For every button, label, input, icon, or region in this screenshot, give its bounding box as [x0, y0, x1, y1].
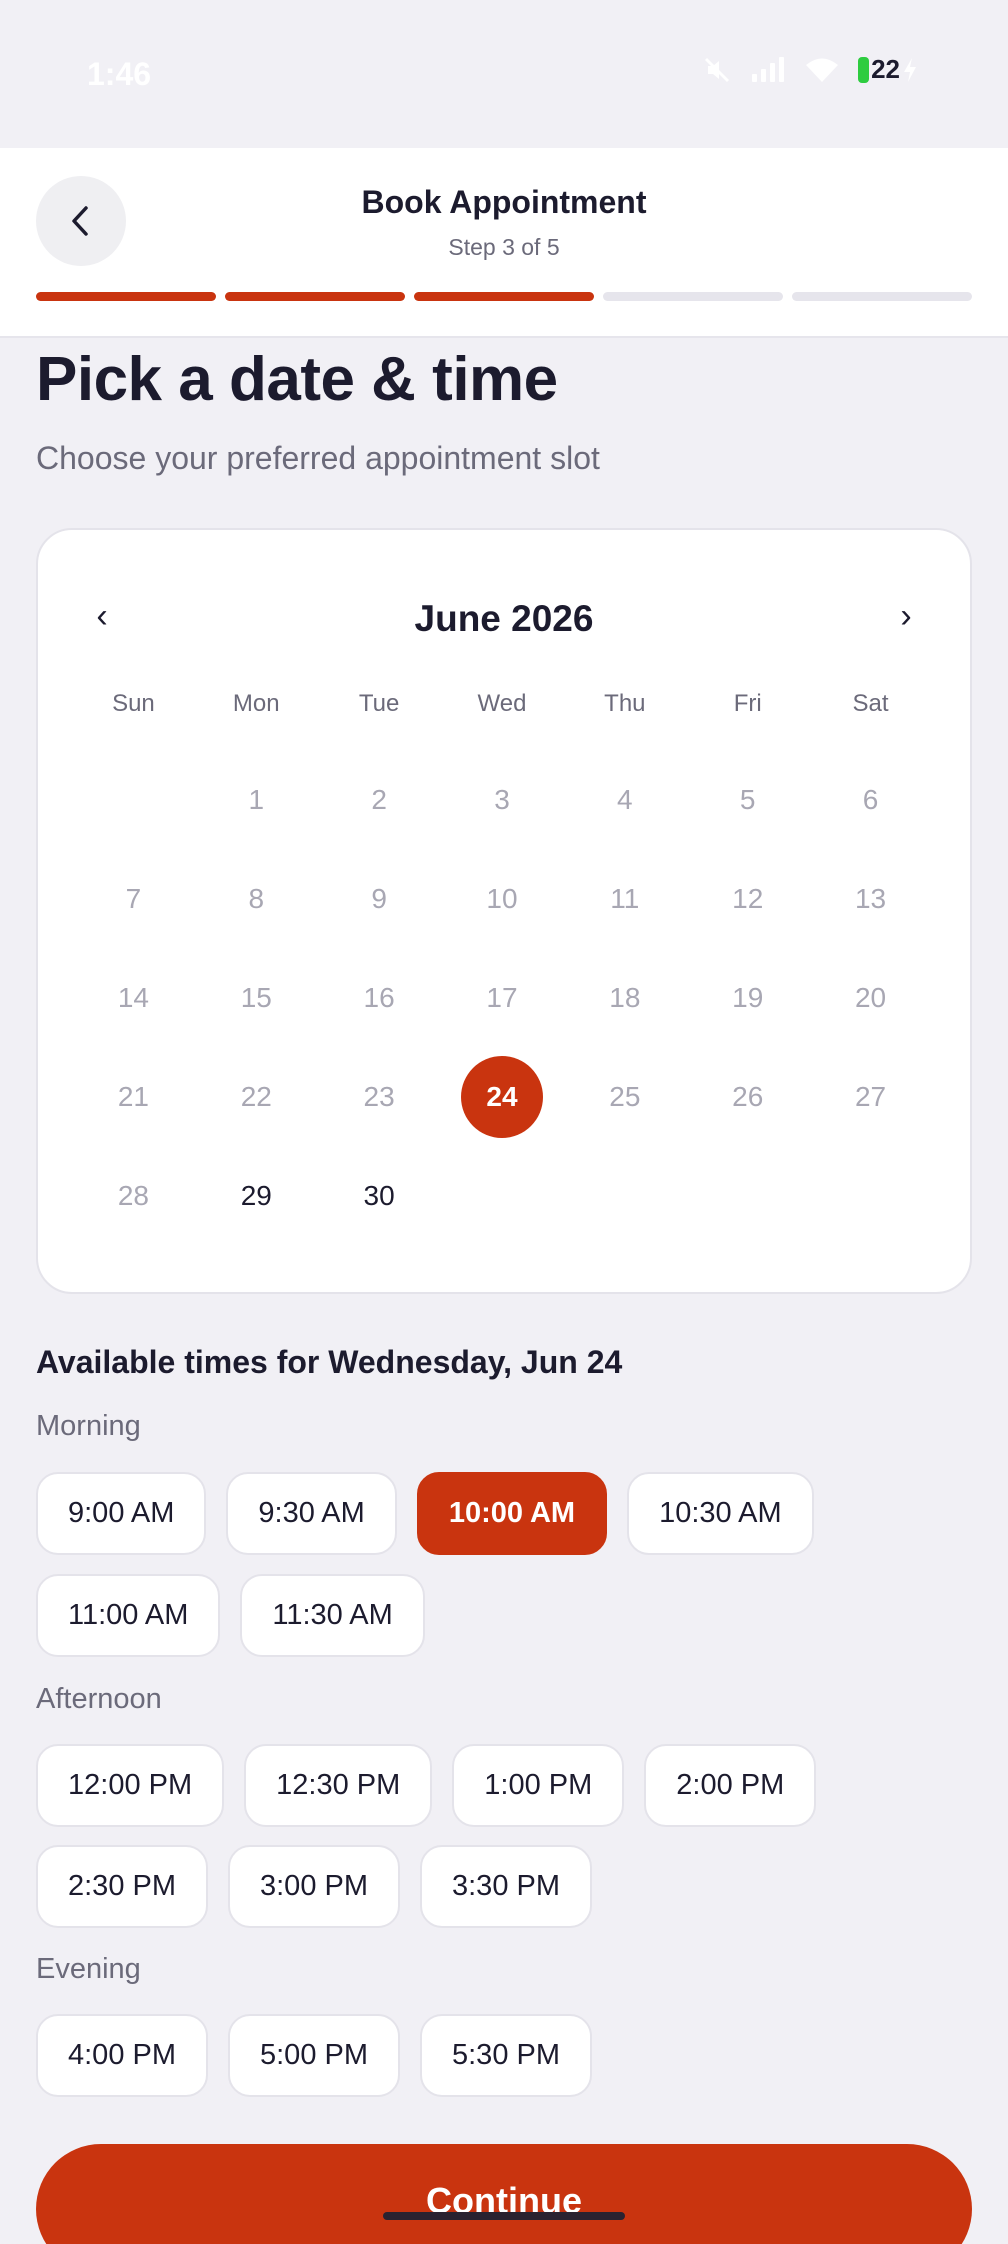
- time-slot-chip[interactable]: 1:00 PM: [452, 1744, 625, 1827]
- time-slot-chip[interactable]: 3:30 PM: [420, 1845, 592, 1928]
- weekday-label: Mon: [232, 690, 280, 717]
- header-step: Step 3 of 5: [448, 234, 560, 260]
- calendar-day-number: 6: [862, 784, 879, 815]
- calendar-day-number: 30: [363, 1180, 395, 1211]
- status-icons: 22: [702, 54, 918, 85]
- calendar-day-number: 12: [732, 883, 764, 914]
- morning-slots-row-2: 11:00 AM 11:30 AM: [36, 1574, 425, 1657]
- calendar-card: ‹ June 2026 › Sun Mon Tue Wed Thu Fri Sat 1234…: [36, 528, 972, 1294]
- calendar-day: 26: [686, 1075, 809, 1174]
- continue-button[interactable]: Continue: [36, 2144, 972, 2244]
- battery-icon: 22: [858, 54, 918, 85]
- calendar-day-number: 4: [617, 784, 633, 815]
- page-title: Pick a date & time: [36, 345, 558, 414]
- calendar-day-number: 24: [460, 1056, 543, 1138]
- time-slot-chip[interactable]: 10:00 AM: [416, 1472, 608, 1555]
- time-slot-chip[interactable]: 2:00 PM: [644, 1744, 817, 1827]
- calendar-day-number: 5: [739, 784, 756, 815]
- weekday-label: Sun: [112, 690, 155, 717]
- time-slot-chip[interactable]: 10:30 AM: [627, 1472, 814, 1555]
- morning-slots-row-1: 9:00 AM 9:30 AM 10:00 AM 10:30 AM: [36, 1472, 814, 1555]
- evening-slots-row-1: 4:00 PM 5:00 PM 5:30 PM: [36, 2014, 592, 2097]
- calendar-day[interactable]: 29: [195, 1174, 318, 1273]
- calendar-day-number: 25: [609, 1081, 641, 1112]
- time-slot-chip[interactable]: 4:00 PM: [36, 2014, 208, 2097]
- calendar-day-number: 14: [117, 982, 149, 1013]
- weekday-label: Tue: [358, 690, 400, 717]
- time-slot-chip[interactable]: 3:00 PM: [228, 1845, 400, 1928]
- calendar-day-number: 18: [609, 982, 641, 1013]
- step-progress-bar: [36, 292, 972, 301]
- calendar-day-number: 23: [363, 1081, 395, 1112]
- calendar-day[interactable]: 30: [318, 1174, 441, 1273]
- calendar-day-number: 19: [732, 982, 764, 1013]
- calendar-day-number: 20: [854, 982, 887, 1013]
- calendar-day-number: 27: [854, 1081, 887, 1112]
- signal-icon: [752, 56, 785, 82]
- progress-segment: [225, 292, 405, 301]
- calendar-day-number: 29: [240, 1180, 272, 1211]
- calendar-day: 27: [809, 1075, 932, 1174]
- calendar-day-number: 15: [240, 982, 272, 1013]
- calendar-day-number: 28: [117, 1180, 149, 1211]
- wifi-icon: [806, 58, 839, 82]
- calendar-day-number: 11: [610, 883, 640, 914]
- calendar-day-number: 3: [494, 784, 510, 815]
- calendar-day-number: 7: [125, 883, 142, 914]
- battery-level: [858, 56, 870, 83]
- time-slot-chip[interactable]: 12:30 PM: [244, 1744, 433, 1827]
- calendar-day-number: 9: [371, 883, 387, 914]
- time-slot-chip[interactable]: 2:30 PM: [36, 1845, 208, 1928]
- afternoon-slots-row-2: 2:30 PM 3:00 PM 3:30 PM: [36, 1845, 592, 1928]
- next-month-button[interactable]: ›: [876, 586, 936, 646]
- page-subtitle: Choose your preferred appointment slot: [36, 440, 600, 476]
- calendar-day-number: 10: [486, 883, 518, 914]
- time-slot-chip[interactable]: 5:00 PM: [228, 2014, 400, 2097]
- progress-segment: [414, 292, 594, 301]
- calendar-day-number: 2: [371, 784, 387, 815]
- calendar-month-label: June 2026: [414, 598, 594, 639]
- time-slot-chip[interactable]: 5:30 PM: [420, 2014, 592, 2097]
- weekday-label: Wed: [477, 690, 527, 717]
- time-slot-chip[interactable]: 9:30 AM: [226, 1472, 397, 1555]
- header-title: Book Appointment: [361, 184, 647, 220]
- weekday-label: Thu: [604, 690, 646, 717]
- weekday-label: Fri: [733, 690, 762, 717]
- afternoon-label: Afternoon: [36, 1683, 162, 1715]
- calendar-day-number: 17: [486, 982, 518, 1013]
- home-indicator: [383, 2212, 625, 2220]
- time-slot-chip[interactable]: 9:00 AM: [36, 1472, 207, 1555]
- status-bar: 1:46 22: [0, 0, 1008, 148]
- calendar-weekday-header: Sun Mon Tue Wed Thu Fri Sat: [72, 690, 932, 730]
- available-times-title: Available times for Wednesday, Jun 24: [36, 1344, 623, 1380]
- app-header: Book Appointment Step 3 of 5: [0, 148, 1008, 338]
- calendar-day-number: 13: [854, 883, 887, 914]
- progress-segment: [792, 292, 972, 301]
- battery-percent: 22: [871, 54, 900, 84]
- progress-segment: [603, 292, 783, 301]
- morning-label: Morning: [36, 1410, 141, 1442]
- calendar-day-number: 22: [240, 1081, 272, 1112]
- evening-label: Evening: [36, 1953, 141, 1985]
- calendar-day: 28: [72, 1174, 195, 1273]
- status-time: 1:46: [87, 56, 152, 92]
- mute-icon: [705, 57, 730, 82]
- calendar-day[interactable]: 24: [441, 1056, 564, 1174]
- progress-segment: [36, 292, 216, 301]
- time-slot-chip[interactable]: 11:00 AM: [36, 1574, 221, 1657]
- time-slot-chip[interactable]: 12:00 PM: [36, 1744, 225, 1827]
- charging-icon: [904, 57, 916, 82]
- calendar-day: 25: [563, 1075, 686, 1174]
- chevron-right-icon: ›: [900, 596, 912, 635]
- calendar-day-number: 21: [117, 1081, 149, 1112]
- calendar-day-number: [92, 759, 174, 841]
- weekday-label: Sat: [852, 690, 889, 717]
- calendar-day-grid: 1 2 3 4 5 6 7 8 9 10 11 12 13 14 15 16 17 18 19 20 21 22 23 24 2…: [72, 778, 932, 1273]
- calendar-day-number: 8: [248, 883, 265, 914]
- time-slot-chip[interactable]: 11:30 AM: [240, 1574, 425, 1657]
- calendar-day-number: 26: [732, 1081, 764, 1112]
- calendar-day-number: 1: [248, 784, 265, 815]
- afternoon-slots-row-1: 12:00 PM 12:30 PM 1:00 PM 2:00 PM: [36, 1744, 817, 1827]
- calendar-day-number: 16: [363, 982, 395, 1013]
